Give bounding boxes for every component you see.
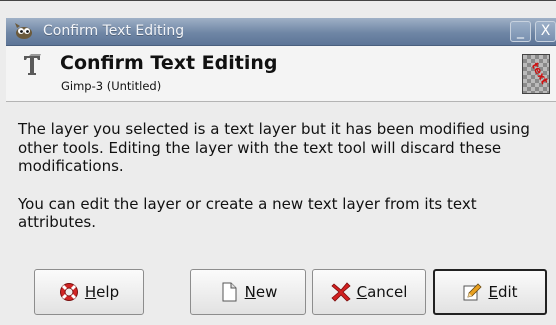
close-icon: X xyxy=(540,23,551,39)
lifebuoy-icon xyxy=(59,283,78,301)
svg-text:text: text xyxy=(529,61,550,86)
message-paragraph-2: You can edit the layer or create a new t… xyxy=(18,194,477,232)
image-name: Gimp-3 (Untitled) xyxy=(61,79,162,93)
title-bar[interactable]: Confirm Text Editing _ X xyxy=(6,18,556,46)
message-text: The layer you selected is a text layer b… xyxy=(18,120,550,251)
gimp-wilber-icon xyxy=(15,23,32,39)
cancel-x-icon xyxy=(330,282,351,302)
dialog-title: Confirm Text Editing xyxy=(60,52,278,74)
cancel-label: Cancel xyxy=(356,283,408,301)
message-paragraph-1: The layer you selected is a text layer b… xyxy=(18,120,530,175)
help-label: Help xyxy=(84,283,120,301)
cancel-button[interactable]: Cancel xyxy=(312,269,426,315)
dialog-header: Confirm Text Editing Gimp-3 (Untitled) t… xyxy=(6,46,556,102)
edit-label: Edit xyxy=(488,283,518,301)
dialog-window: Confirm Text Editing _ X Confirm Text Ed… xyxy=(0,0,556,325)
text-tool-icon xyxy=(24,54,41,75)
new-button[interactable]: New xyxy=(190,269,306,315)
minimize-button[interactable]: _ xyxy=(510,21,531,42)
edit-button[interactable]: Edit xyxy=(433,269,547,315)
new-document-icon xyxy=(222,282,237,302)
window-title: Confirm Text Editing xyxy=(43,23,185,39)
minimize-icon: _ xyxy=(517,23,524,39)
new-label: New xyxy=(244,283,278,301)
close-button[interactable]: X xyxy=(535,21,556,42)
edit-pencil-icon xyxy=(463,283,483,301)
layer-preview-thumbnail: text xyxy=(522,54,550,94)
help-button[interactable]: Help xyxy=(34,269,144,315)
